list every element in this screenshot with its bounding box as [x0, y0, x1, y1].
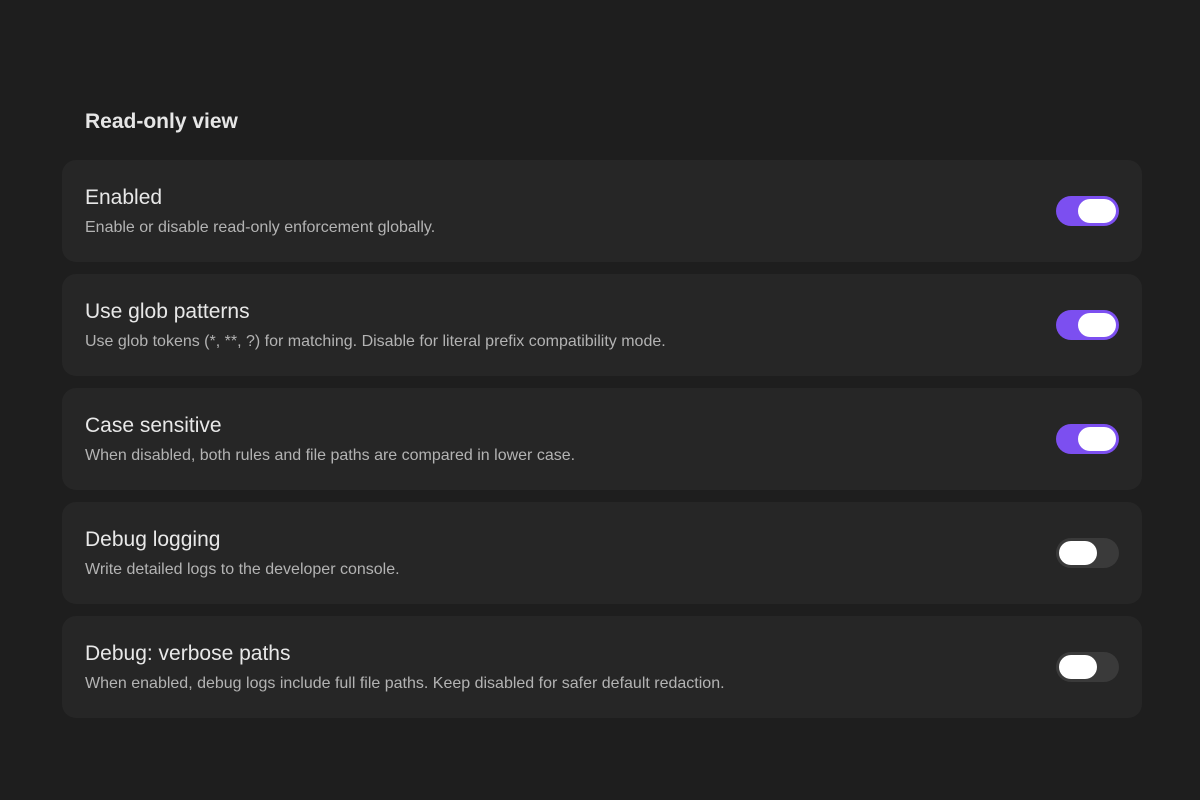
case-sensitive-toggle[interactable]: [1056, 424, 1119, 454]
setting-item-use-glob-patterns: Use glob patterns Use glob tokens (*, **…: [62, 274, 1142, 376]
setting-description: When disabled, both rules and file paths…: [85, 447, 576, 464]
toggle-knob: [1059, 655, 1097, 679]
toggle-knob: [1078, 199, 1116, 223]
setting-description: When enabled, debug logs include full fi…: [85, 675, 725, 692]
debug-verbose-paths-toggle[interactable]: [1056, 652, 1119, 682]
settings-list: Enabled Enable or disable read-only enfo…: [62, 160, 1142, 730]
enabled-toggle[interactable]: [1056, 196, 1119, 226]
setting-name: Debug logging: [85, 528, 221, 551]
setting-description: Write detailed logs to the developer con…: [85, 561, 400, 578]
setting-name: Enabled: [85, 186, 163, 209]
toggle-knob: [1078, 313, 1116, 337]
settings-page: Read-only view Enabled Enable or disable…: [0, 0, 1200, 800]
toggle-knob: [1059, 541, 1097, 565]
setting-item-debug-logging: Debug logging Write detailed logs to the…: [62, 502, 1142, 604]
setting-name: Debug: verbose paths: [85, 642, 291, 665]
setting-name: Case sensitive: [85, 414, 222, 437]
setting-name: Use glob patterns: [85, 300, 250, 323]
setting-item-case-sensitive: Case sensitive When disabled, both rules…: [62, 388, 1142, 490]
toggle-knob: [1078, 427, 1116, 451]
debug-logging-toggle[interactable]: [1056, 538, 1119, 568]
section-heading: Read-only view: [85, 110, 238, 133]
setting-item-debug-verbose-paths: Debug: verbose paths When enabled, debug…: [62, 616, 1142, 718]
setting-description: Use glob tokens (*, **, ?) for matching.…: [85, 333, 666, 350]
setting-item-enabled: Enabled Enable or disable read-only enfo…: [62, 160, 1142, 262]
setting-description: Enable or disable read-only enforcement …: [85, 219, 436, 236]
use-glob-patterns-toggle[interactable]: [1056, 310, 1119, 340]
